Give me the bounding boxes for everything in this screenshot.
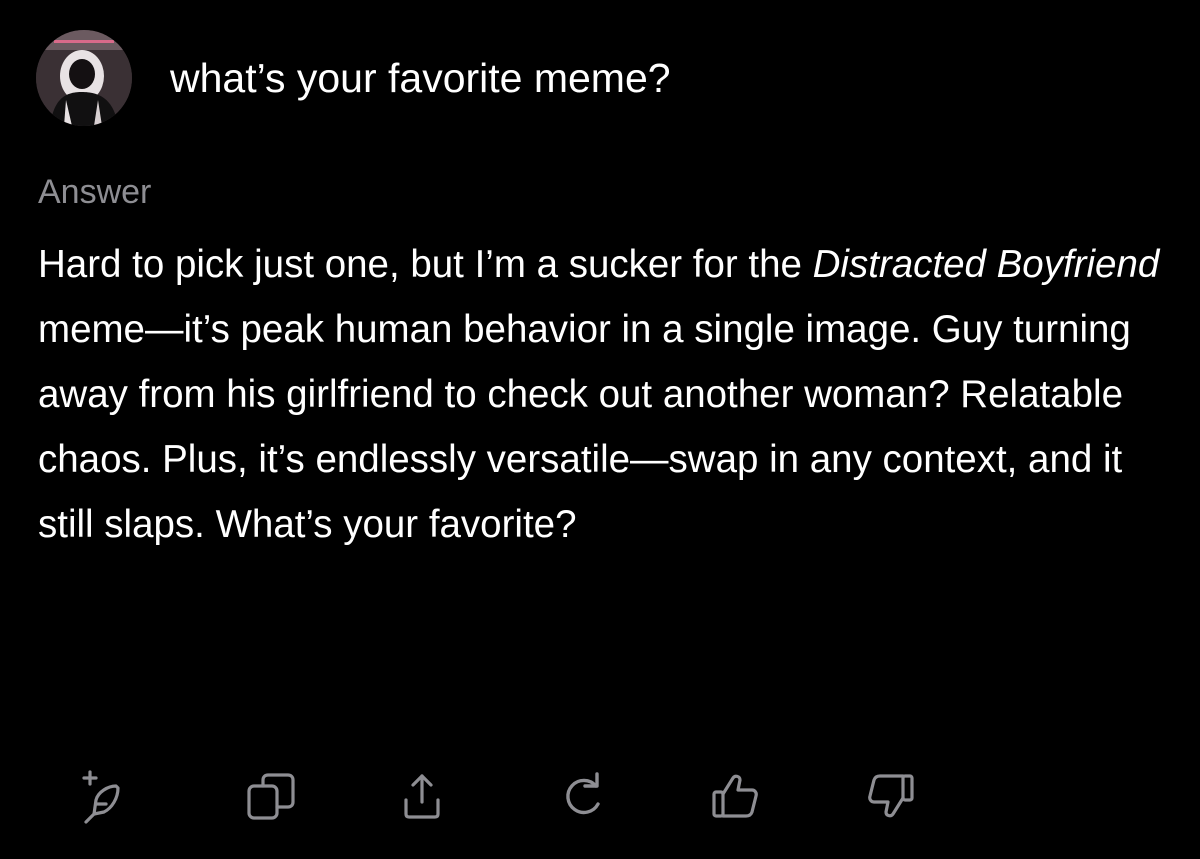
thumbs-down-button[interactable] <box>860 766 920 826</box>
user-avatar-icon <box>36 30 132 126</box>
question-header: what’s your favorite meme? <box>36 30 671 126</box>
thumbs-up-icon <box>712 774 758 818</box>
share-icon <box>404 774 440 819</box>
thumbs-up-button[interactable] <box>706 766 766 826</box>
thumbs-down-icon <box>868 774 914 818</box>
action-bar <box>0 760 1200 832</box>
question-text: what’s your favorite meme? <box>170 55 671 101</box>
avatar[interactable] <box>36 30 132 126</box>
answer-text: Hard to pick just one, but I’m a sucker … <box>38 232 1168 557</box>
share-button[interactable] <box>392 766 452 826</box>
copy-button[interactable] <box>241 766 301 826</box>
new-post-button[interactable] <box>70 766 130 826</box>
answer-label: Answer <box>38 173 152 211</box>
new-post-icon <box>82 770 120 824</box>
answer-body: meme—it’s peak human behavior in a singl… <box>38 308 1131 546</box>
answer-emphasis: Distracted Boyfriend <box>812 243 1160 286</box>
regenerate-icon <box>566 772 600 815</box>
answer-intro: Hard to pick just one, but I’m a sucker … <box>38 243 813 286</box>
copy-icon <box>247 773 295 820</box>
regenerate-button[interactable] <box>552 766 612 826</box>
